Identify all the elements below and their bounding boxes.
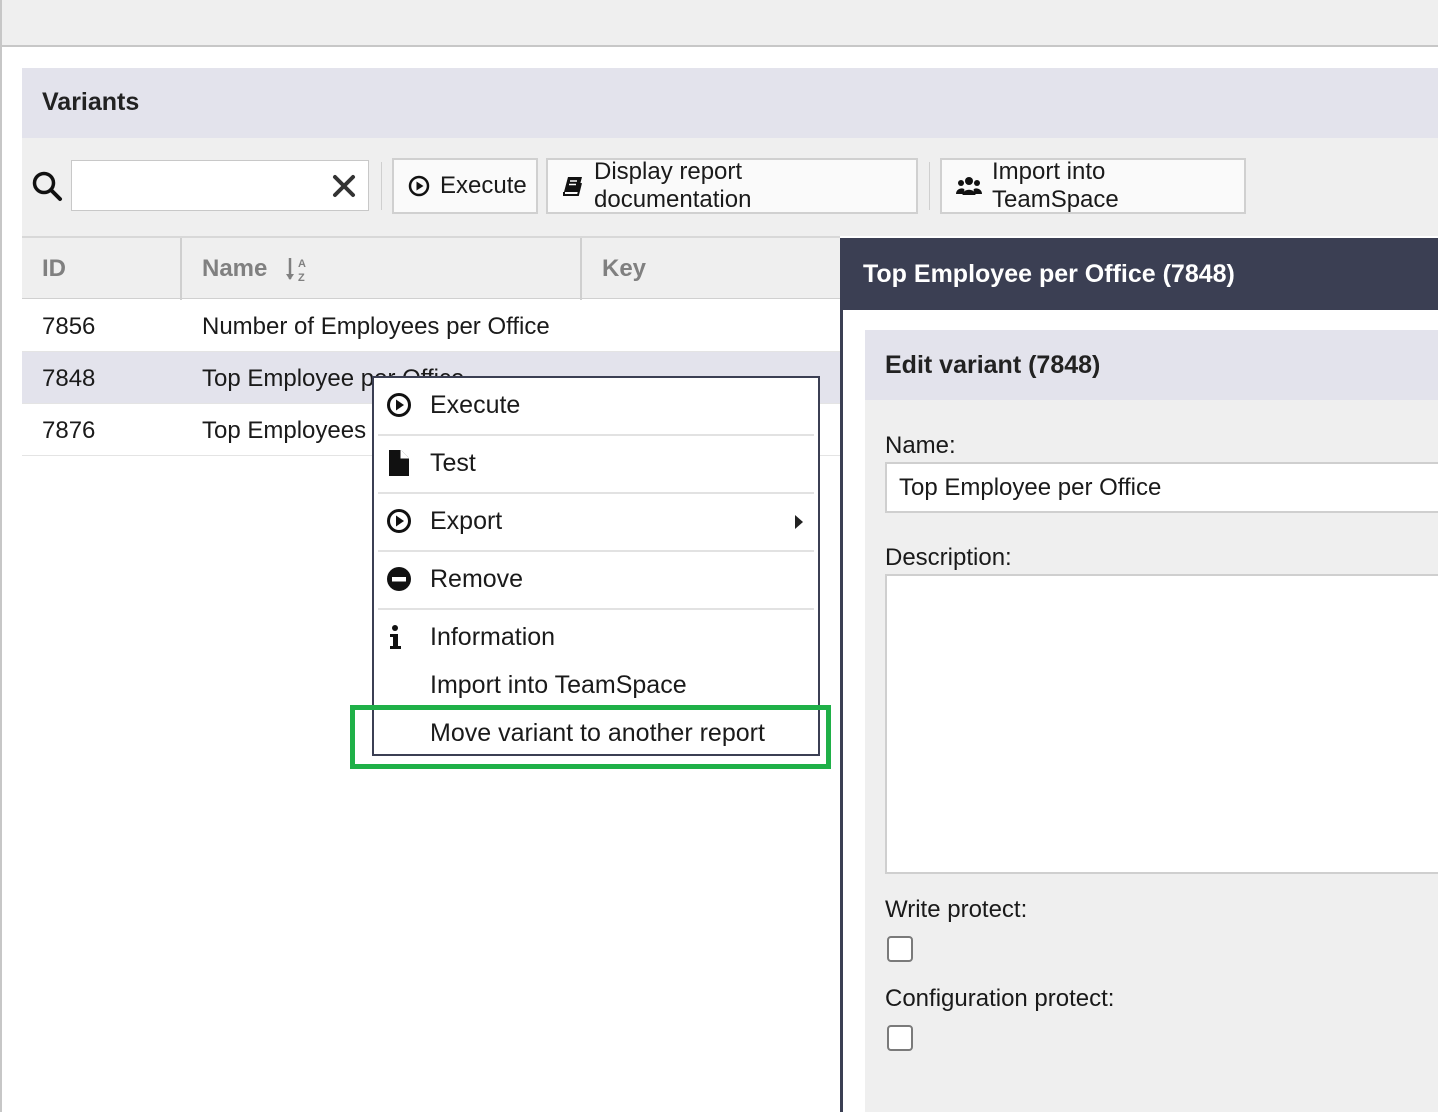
detail-panel: Top Employee per Office (7848) Edit vari… [840,238,1438,1112]
import-button-label: Import into TeamSpace [992,158,1119,213]
detail-title-bar: Top Employee per Office (7848) [843,238,1438,310]
clear-search-icon[interactable] [332,174,356,198]
display-doc-button-label: Display report documentation [594,158,752,213]
book-icon [563,177,582,196]
search-box [71,160,369,211]
panel-title: Variants [42,88,140,116]
write-protect-label: Write protect: [885,896,1028,923]
column-header-name-label: Name [202,255,268,282]
row-id-cell: 7876 [42,417,96,444]
toolbar-separator [381,162,382,210]
column-header-id[interactable]: ID [22,238,182,300]
row-id-cell: 7848 [42,365,96,392]
column-header-key[interactable]: Key [582,238,840,300]
toolbar-separator [929,162,930,210]
grid-header: ID Name A Z Key [22,236,840,300]
svg-text:A: A [298,258,306,270]
play-circle-icon [408,175,430,197]
menu-item-label: Information [430,623,556,651]
description-field[interactable] [885,574,1438,874]
menu-item-label: Test [430,449,476,477]
menu-item-test[interactable]: Test [378,436,814,494]
description-label: Description: [885,544,1012,571]
edit-form-header: Edit variant (7848) [865,330,1438,400]
search-input[interactable] [72,161,322,210]
write-protect-checkbox[interactable] [887,936,913,962]
execute-button[interactable]: Execute [392,158,538,214]
edit-form-title: Edit variant (7848) [885,351,1101,379]
menu-item-export[interactable]: Export [378,494,814,552]
search-icon[interactable] [31,170,63,202]
users-icon [956,177,982,195]
detail-title: Top Employee per Office (7848) [863,260,1235,288]
toolbar: Execute Display report documentation Imp… [22,138,1438,236]
edit-variant-form: Edit variant (7848) Name: Description: W… [865,330,1438,1112]
submenu-arrow-icon [795,515,803,529]
variants-panel-header: Variants [22,68,1438,138]
row-name-cell: Number of Employees per Office [202,313,550,340]
minus-circle-icon [387,567,411,591]
name-label: Name: [885,432,956,459]
table-row[interactable]: 7856 Number of Employees per Office [22,300,840,352]
sort-ascending-icon[interactable]: A Z [285,255,311,283]
menu-item-label: Import into TeamSpace [430,671,687,699]
row-id-cell: 7856 [42,313,96,340]
top-strip [0,0,1438,47]
display-report-documentation-button[interactable]: Display report documentation [546,158,918,214]
name-field[interactable] [885,462,1438,513]
play-circle-icon [387,509,411,533]
import-into-teamspace-button[interactable]: Import into TeamSpace [940,158,1246,214]
play-circle-icon [387,393,411,417]
row-name-cell: Top Employees [202,417,367,444]
menu-item-information[interactable]: Information [378,610,814,658]
column-header-id-label: ID [42,255,66,282]
info-icon [390,625,401,649]
menu-item-execute[interactable]: Execute [378,378,814,436]
menu-item-label: Execute [430,391,521,419]
menu-item-remove[interactable]: Remove [378,552,814,610]
highlight-annotation-box [350,705,831,769]
file-icon [389,450,409,476]
column-header-name[interactable]: Name A Z [182,238,582,300]
menu-item-import-into-teamspace[interactable]: Import into TeamSpace [378,658,814,706]
context-menu: Execute Test Export Remove Information I… [372,376,820,756]
left-border [0,0,2,1112]
menu-item-label: Remove [430,565,524,593]
svg-text:Z: Z [298,272,305,283]
configuration-protect-checkbox[interactable] [887,1025,913,1051]
configuration-protect-label: Configuration protect: [885,985,1115,1012]
menu-item-label: Export [430,507,503,535]
execute-button-label: Execute [440,172,527,199]
column-header-key-label: Key [602,255,647,282]
